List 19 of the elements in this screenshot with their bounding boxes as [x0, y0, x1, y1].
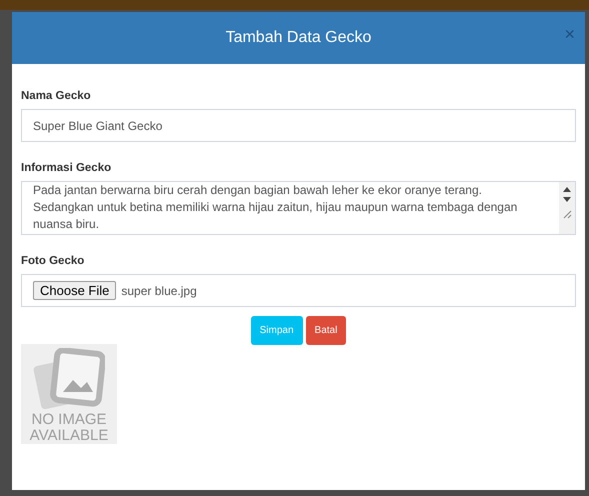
modal-title: Tambah Data Gecko: [226, 29, 372, 47]
file-name: super blue.jpg: [121, 284, 197, 298]
textarea-line: Sedangkan untuk betina memiliki warna hijau zaitun, hijau maupun warna tembaga dengan: [33, 199, 518, 216]
field-label: Informasi Gecko: [21, 162, 112, 174]
cancel-button[interactable]: Batal: [306, 316, 346, 345]
field-label: Nama Gecko: [21, 90, 92, 102]
name-field[interactable]: Super Blue Giant Gecko: [21, 109, 576, 142]
textarea-line: Pada jantan berwarna biru cerah dengan bagian bawah leher ke ekor oranye terang.: [33, 182, 483, 199]
field-label: Foto Gecko: [21, 255, 86, 267]
placeholder-text: NO IMAGE: [31, 412, 106, 428]
photo-icon: [33, 348, 105, 412]
placeholder-text: AVAILABLE: [30, 428, 108, 444]
scroll-down-icon[interactable]: [563, 197, 571, 202]
info-textarea[interactable]: Pada jantan berwarna biru cerah dengan bagian bawah leher ke ekor oranye terang. Sedangkan untuk betina memiliki warna hijau zaitun, hijau maupun warna tembaga dengan nuansa biru.: [21, 181, 576, 235]
scroll-up-icon[interactable]: [563, 187, 571, 192]
file-field[interactable]: Choose File super blue.jpg: [21, 274, 576, 307]
resize-grip-icon[interactable]: [562, 210, 572, 219]
textarea-line: nuansa biru.: [33, 216, 100, 233]
choose-file-button[interactable]: Choose File: [33, 281, 116, 300]
